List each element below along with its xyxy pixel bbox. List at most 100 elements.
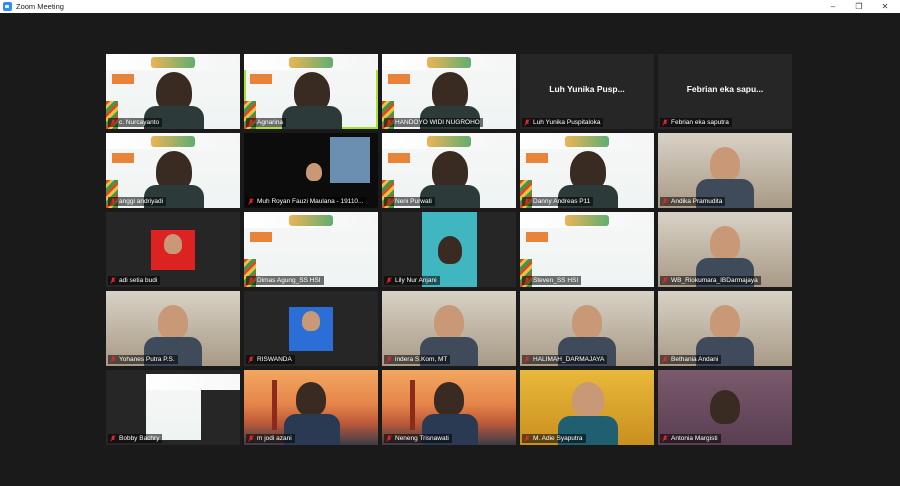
muted-mic-icon	[110, 198, 116, 205]
muted-mic-icon	[386, 277, 392, 284]
minimize-button[interactable]: –	[820, 0, 846, 13]
participant-name: Bobby Bachry	[119, 435, 160, 442]
participant-video	[306, 163, 322, 181]
participant-name-label: Febrian eka saputra	[660, 118, 732, 127]
muted-mic-icon	[386, 356, 392, 363]
participant-name-label: Luh Yunika Puspitaloka	[522, 118, 604, 127]
profile-photo	[146, 374, 240, 440]
banner-graphic	[112, 153, 134, 163]
gallery-view: c. Nurcayanto Agnarina HANDOYO WIDI NUGROH…	[0, 13, 900, 486]
participant-name: anggi andriyadi	[119, 198, 164, 205]
muted-mic-icon	[662, 119, 668, 126]
participant-tile[interactable]: Bobby Bachry	[106, 370, 240, 445]
participant-video	[710, 390, 740, 424]
virtual-bg-bridge	[410, 380, 415, 430]
muted-mic-icon	[524, 435, 530, 442]
muted-mic-icon	[662, 277, 668, 284]
participant-tile[interactable]: Danny Andreas P11	[520, 133, 654, 208]
banner-graphic	[250, 74, 272, 84]
participant-tile[interactable]: anggi andriyadi	[106, 133, 240, 208]
participant-video	[710, 147, 740, 181]
participant-tile[interactable]: m jodi azani	[244, 370, 378, 445]
event-logo	[427, 136, 471, 147]
maximize-button[interactable]: ❐	[846, 0, 872, 13]
participant-name: Bethania Andani	[671, 356, 719, 363]
participant-name: Andika Pramudita	[671, 198, 723, 205]
virtual-bg-bridge	[272, 380, 277, 430]
profile-face	[438, 236, 462, 264]
participant-name-label: WB_Riokumara_IBDarmajaya	[660, 276, 761, 285]
close-button[interactable]: ✕	[872, 0, 898, 13]
participant-name-label: Bobby Bachry	[108, 434, 163, 443]
participant-name: indera S.Kom, MT	[395, 356, 448, 363]
participant-name-label: m jodi azani	[246, 434, 295, 443]
background-object	[330, 137, 370, 183]
participant-video	[296, 382, 326, 416]
participant-tile[interactable]: Yohanes Putra P.S.	[106, 291, 240, 366]
participant-name-label: HANDOYO WIDI NUGROHO	[384, 118, 483, 127]
participant-name-label: HALIMAH_DARMAJAYA	[522, 355, 608, 364]
muted-mic-icon	[386, 198, 392, 205]
participant-name-label: c. Nurcayanto	[108, 118, 163, 127]
participant-name: c. Nurcayanto	[119, 119, 160, 126]
participant-tile[interactable]: Luh Yunika Pusp... Luh Yunika Puspitaloka	[520, 54, 654, 129]
participant-tile[interactable]: c. Nurcayanto	[106, 54, 240, 129]
participant-tile[interactable]: indera S.Kom, MT	[382, 291, 516, 366]
participant-tile[interactable]: Muh Royan Fauzi Maulana - 19110...	[244, 133, 378, 208]
participant-name: Dimas Agung_SS HSI	[257, 277, 321, 284]
participant-tile[interactable]: Steven_SS HSI	[520, 212, 654, 287]
participant-name-label: Danny Andreas P11	[522, 197, 594, 206]
participant-name-label: indera S.Kom, MT	[384, 355, 451, 364]
participant-tile[interactable]: M. Adie Syaputra	[520, 370, 654, 445]
participant-tile[interactable]: Andika Pramudita	[658, 133, 792, 208]
participant-body	[282, 106, 342, 129]
muted-mic-icon	[662, 435, 668, 442]
participant-tile[interactable]: Neneng Trisnawati	[382, 370, 516, 445]
participant-name-label: adi setia budi	[108, 276, 161, 285]
participant-name: Luh Yunika Puspitaloka	[533, 119, 601, 126]
muted-mic-icon	[110, 277, 116, 284]
muted-mic-icon	[524, 356, 530, 363]
participant-name: Danny Andreas P11	[533, 198, 591, 205]
event-logo	[151, 57, 195, 68]
banner-graphic	[388, 153, 410, 163]
event-logo	[289, 215, 333, 226]
participant-video	[572, 305, 602, 339]
participant-video	[572, 382, 604, 418]
participant-name: Muh Royan Fauzi Maulana - 19110...	[257, 198, 364, 205]
muted-mic-icon	[248, 435, 254, 442]
participant-tile[interactable]: HALIMAH_DARMAJAYA	[520, 291, 654, 366]
participant-tile[interactable]: WB_Riokumara_IBDarmajaya	[658, 212, 792, 287]
participant-video	[710, 305, 740, 339]
participant-name-label: Neneng Trisnawati	[384, 434, 452, 443]
participant-tile[interactable]: Dimas Agung_SS HSI	[244, 212, 378, 287]
banner-graphic	[526, 232, 548, 242]
participant-name-label: Bethania Andani	[660, 355, 722, 364]
participant-tile[interactable]: Neni Purwati	[382, 133, 516, 208]
muted-mic-icon	[248, 198, 254, 205]
participant-tile[interactable]: RISWANDA	[244, 291, 378, 366]
zoom-app-icon	[3, 2, 12, 11]
participant-tile[interactable]: adi setia budi	[106, 212, 240, 287]
muted-mic-icon	[386, 119, 392, 126]
muted-mic-icon	[248, 277, 254, 284]
participant-video	[434, 305, 464, 339]
muted-mic-icon	[110, 435, 116, 442]
participant-tile[interactable]: Febrian eka sapu... Febrian eka saputra	[658, 54, 792, 129]
participant-name: adi setia budi	[119, 277, 158, 284]
participant-video	[158, 305, 188, 339]
participant-tile[interactable]: Bethania Andani	[658, 291, 792, 366]
participant-tile[interactable]: Lily Nur Anjani	[382, 212, 516, 287]
muted-mic-icon	[662, 198, 668, 205]
participant-name: Neneng Trisnawati	[395, 435, 449, 442]
participant-tile[interactable]: Antonia Margisti	[658, 370, 792, 445]
participant-name-label: M. Adie Syaputra	[522, 434, 586, 443]
participant-name: Febrian eka saputra	[671, 119, 729, 126]
event-logo	[427, 57, 471, 68]
participant-name-label: Antonia Margisti	[660, 434, 721, 443]
muted-mic-icon	[110, 119, 116, 126]
participant-display-name: Luh Yunika Pusp...	[549, 84, 625, 94]
muted-mic-icon	[524, 119, 530, 126]
participant-tile[interactable]: Agnarina	[244, 54, 378, 129]
participant-tile[interactable]: HANDOYO WIDI NUGROHO	[382, 54, 516, 129]
